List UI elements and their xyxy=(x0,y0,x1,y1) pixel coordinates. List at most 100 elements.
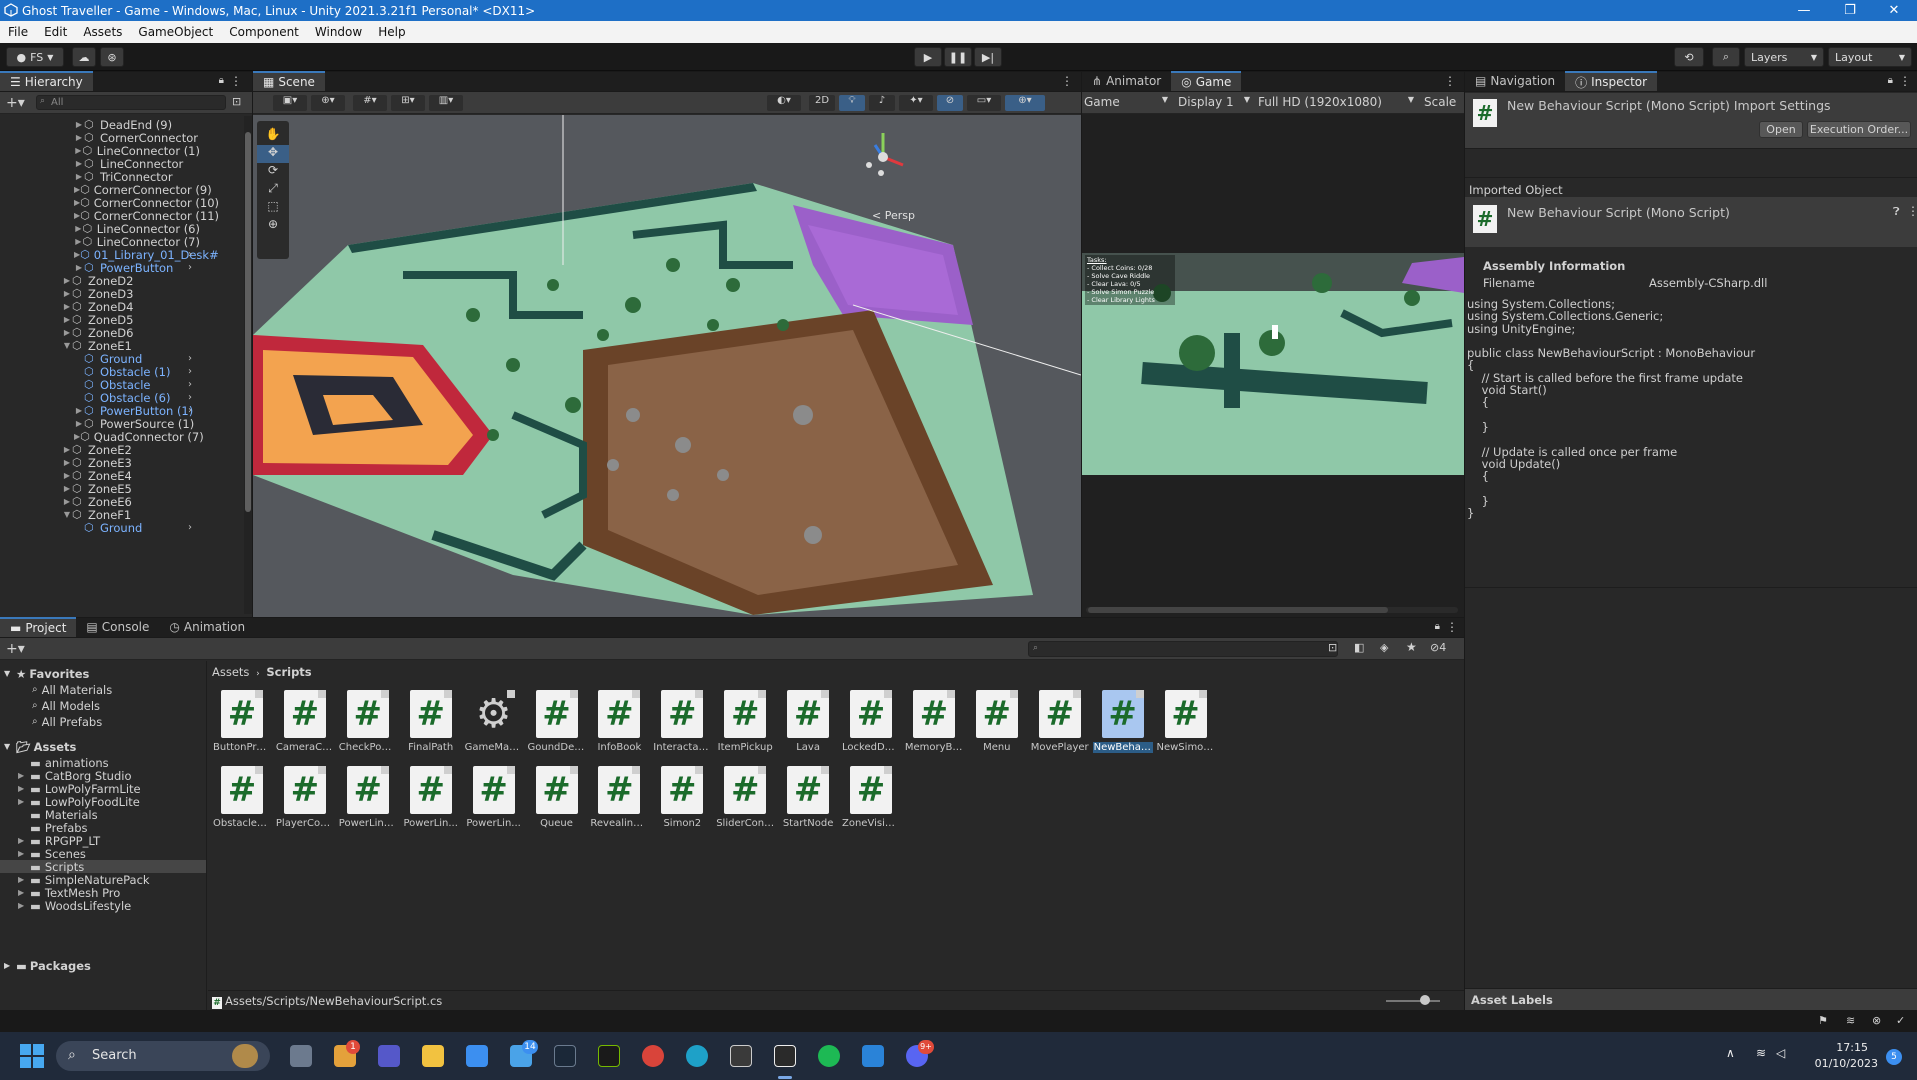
hierarchy-item[interactable]: ▶ ⬡ CornerConnector (9) xyxy=(0,183,212,197)
triangle-right-icon[interactable]: ▶ xyxy=(74,263,84,272)
triangle-right-icon[interactable]: ▶ xyxy=(74,237,83,246)
more-options-icon[interactable]: ⋮ xyxy=(1899,74,1911,88)
pause-button[interactable]: ❚❚ xyxy=(944,47,972,67)
draw-mode-dropdown[interactable]: ▣▾ xyxy=(273,95,307,111)
hierarchy-item[interactable]: ⬡ Ground › xyxy=(0,352,200,366)
resolution-dropdown[interactable]: Full HD (1920x1080) ▼ xyxy=(1258,95,1414,109)
project-folder-item[interactable]: ▶ ▬ LowPolyFoodLite xyxy=(0,795,206,809)
lock-icon[interactable]: 🔒︎ xyxy=(1435,621,1440,632)
volume-icon[interactable]: ◁ xyxy=(1776,1046,1785,1060)
step-button[interactable]: ▶| xyxy=(974,47,1002,67)
maximize-button[interactable]: ❐ xyxy=(1827,0,1873,21)
asset-item[interactable]: # LockedDoor xyxy=(841,690,901,753)
tab-animator[interactable]: ⋔ Animator xyxy=(1082,71,1171,91)
menu-window[interactable]: Window xyxy=(307,25,370,39)
open-prefab-icon[interactable]: › xyxy=(188,366,192,377)
triangle-right-icon[interactable]: ▶ xyxy=(18,875,30,884)
tab-animation[interactable]: ◷ Animation xyxy=(159,617,255,637)
hierarchy-item[interactable]: ▶ ⬡ CornerConnector (10) xyxy=(0,196,219,210)
project-folder-item[interactable]: ▬ Scripts xyxy=(0,860,206,874)
cache-icon[interactable]: ⊗ xyxy=(1872,1014,1881,1027)
minimize-button[interactable]: — xyxy=(1781,0,1827,21)
collab-button[interactable]: ⊛ xyxy=(100,47,124,67)
more-options-icon[interactable]: ⋮ xyxy=(1446,620,1458,634)
chrome-icon[interactable] xyxy=(642,1045,664,1067)
account-dropdown[interactable]: ● FS ▼ xyxy=(6,47,64,67)
perspective-label[interactable]: < Persp xyxy=(872,209,915,222)
menu-edit[interactable]: Edit xyxy=(36,25,75,39)
icon-size-slider[interactable] xyxy=(1386,1000,1440,1002)
effects-dropdown[interactable]: ✦▾ xyxy=(899,95,933,111)
asset-item[interactable]: # Lava xyxy=(778,690,838,753)
game-hscrollbar[interactable] xyxy=(1086,607,1458,613)
scale-tool-icon[interactable]: ⤢ xyxy=(257,181,289,199)
menu-help[interactable]: Help xyxy=(370,25,413,39)
search-button[interactable]: ⌕ xyxy=(1712,47,1740,67)
asset-item[interactable]: # RevealingP... xyxy=(589,766,649,829)
cloud-button[interactable]: ☁ xyxy=(72,47,96,67)
triangle-right-icon[interactable]: ▶ xyxy=(62,458,72,467)
triangle-right-icon[interactable]: ▶ xyxy=(18,836,30,845)
asset-item[interactable]: # Menu xyxy=(967,690,1027,753)
hierarchy-item[interactable]: ⬡ Ground › xyxy=(0,521,200,535)
tab-console[interactable]: ▤ Console xyxy=(76,617,159,637)
hierarchy-item[interactable]: ▶ ⬡ ZoneD4 xyxy=(0,300,200,314)
project-folder-item[interactable]: ▶ ▬ TextMesh Pro xyxy=(0,886,206,900)
slider-thumb[interactable] xyxy=(1420,995,1430,1005)
transform-tool-icon[interactable]: ⊕ xyxy=(257,217,289,235)
execution-order-button[interactable]: Execution Order... xyxy=(1807,121,1911,138)
unity-hub-icon[interactable] xyxy=(730,1045,752,1067)
lock-icon[interactable]: 🔒︎ xyxy=(1888,75,1893,86)
hierarchy-item[interactable]: ▶ ⬡ ZoneE6 xyxy=(0,495,200,509)
gizmos-dropdown[interactable]: ⊕▾ xyxy=(1005,95,1045,111)
taskbar-search[interactable]: ⌕ Search xyxy=(56,1041,270,1071)
triangle-right-icon[interactable]: ▶ xyxy=(62,328,72,337)
menu-gameobject[interactable]: GameObject xyxy=(130,25,221,39)
hierarchy-item[interactable]: ▶ ⬡ ZoneE2 xyxy=(0,443,200,457)
triangle-right-icon[interactable]: ▶ xyxy=(62,276,72,285)
rect-tool-icon[interactable]: ⬚ xyxy=(257,199,289,217)
triangle-right-icon[interactable]: ▶ xyxy=(18,849,30,858)
clock-date[interactable]: 01/10/2023 xyxy=(1808,1057,1878,1070)
asset-item[interactable]: # ObstacleVi... xyxy=(212,766,272,829)
open-prefab-icon[interactable]: › xyxy=(188,522,192,533)
project-folder-item[interactable]: ▶ ▬ WoodsLifestyle xyxy=(0,899,206,913)
hierarchy-item[interactable]: ▶ ⬡ LineConnector (6) xyxy=(0,222,200,236)
hierarchy-item[interactable]: ⬡ Obstacle (1) › xyxy=(0,365,200,379)
create-button[interactable]: +▾ xyxy=(6,641,25,657)
spotify-icon[interactable] xyxy=(818,1045,840,1067)
triangle-right-icon[interactable]: ▶ xyxy=(74,419,84,428)
asset-item[interactable]: # GoundDet... xyxy=(527,690,587,753)
triangle-down-icon[interactable]: ▼ xyxy=(62,510,72,519)
asset-item[interactable]: # SliderCont... xyxy=(715,766,775,829)
asset-item[interactable]: # CheckPow... xyxy=(338,690,398,753)
open-prefab-icon[interactable]: › xyxy=(188,392,192,403)
project-folder-item[interactable]: ▬ Materials xyxy=(0,808,206,822)
triangle-down-icon[interactable]: ▼ xyxy=(62,341,72,350)
store-icon[interactable] xyxy=(466,1045,488,1067)
notification-badge[interactable]: 5 xyxy=(1886,1049,1902,1065)
grid-dropdown[interactable]: ⊞▾ xyxy=(391,95,425,111)
open-prefab-icon[interactable]: › xyxy=(188,405,192,416)
asset-item[interactable]: # FinalPath xyxy=(401,690,461,753)
triangle-right-icon[interactable]: ▶ xyxy=(74,224,83,233)
more-options-icon[interactable]: ⋮ xyxy=(230,74,242,88)
hierarchy-item[interactable]: ▶ ⬡ ZoneE4 xyxy=(0,469,200,483)
clock-time[interactable]: 17:15 xyxy=(1808,1041,1868,1054)
project-folder-item[interactable]: ▶ ▬ CatBorg Studio xyxy=(0,769,206,783)
breadcrumb-assets[interactable]: Assets xyxy=(212,665,249,679)
asset-item[interactable]: # Interactab... xyxy=(652,690,712,753)
hierarchy-item[interactable]: ▼ ⬡ ZoneE1 xyxy=(0,339,200,353)
help-icon[interactable]: ❓︎ xyxy=(1893,205,1900,219)
teams-icon[interactable] xyxy=(378,1045,400,1067)
lighting-toggle[interactable]: 💡︎ xyxy=(839,95,865,111)
unity-editor-icon[interactable] xyxy=(774,1045,796,1067)
scene-viewport[interactable]: ✋ ✥ ⟳ ⤢ ⬚ ⊕ < Persp xyxy=(253,115,1081,617)
file-explorer-icon[interactable] xyxy=(422,1045,444,1067)
assets-root[interactable]: ▼ 📂︎ Assets xyxy=(4,740,76,754)
packages-root[interactable]: ▶ ▬ Packages xyxy=(4,959,91,973)
asset-item[interactable]: # PowerLin... xyxy=(464,766,524,829)
triangle-right-icon[interactable]: ▶ xyxy=(62,484,72,493)
hierarchy-item[interactable]: ▶ ⬡ LineConnector (1) xyxy=(0,144,200,158)
favorite-item[interactable]: ⌕ All Prefabs xyxy=(32,715,102,729)
